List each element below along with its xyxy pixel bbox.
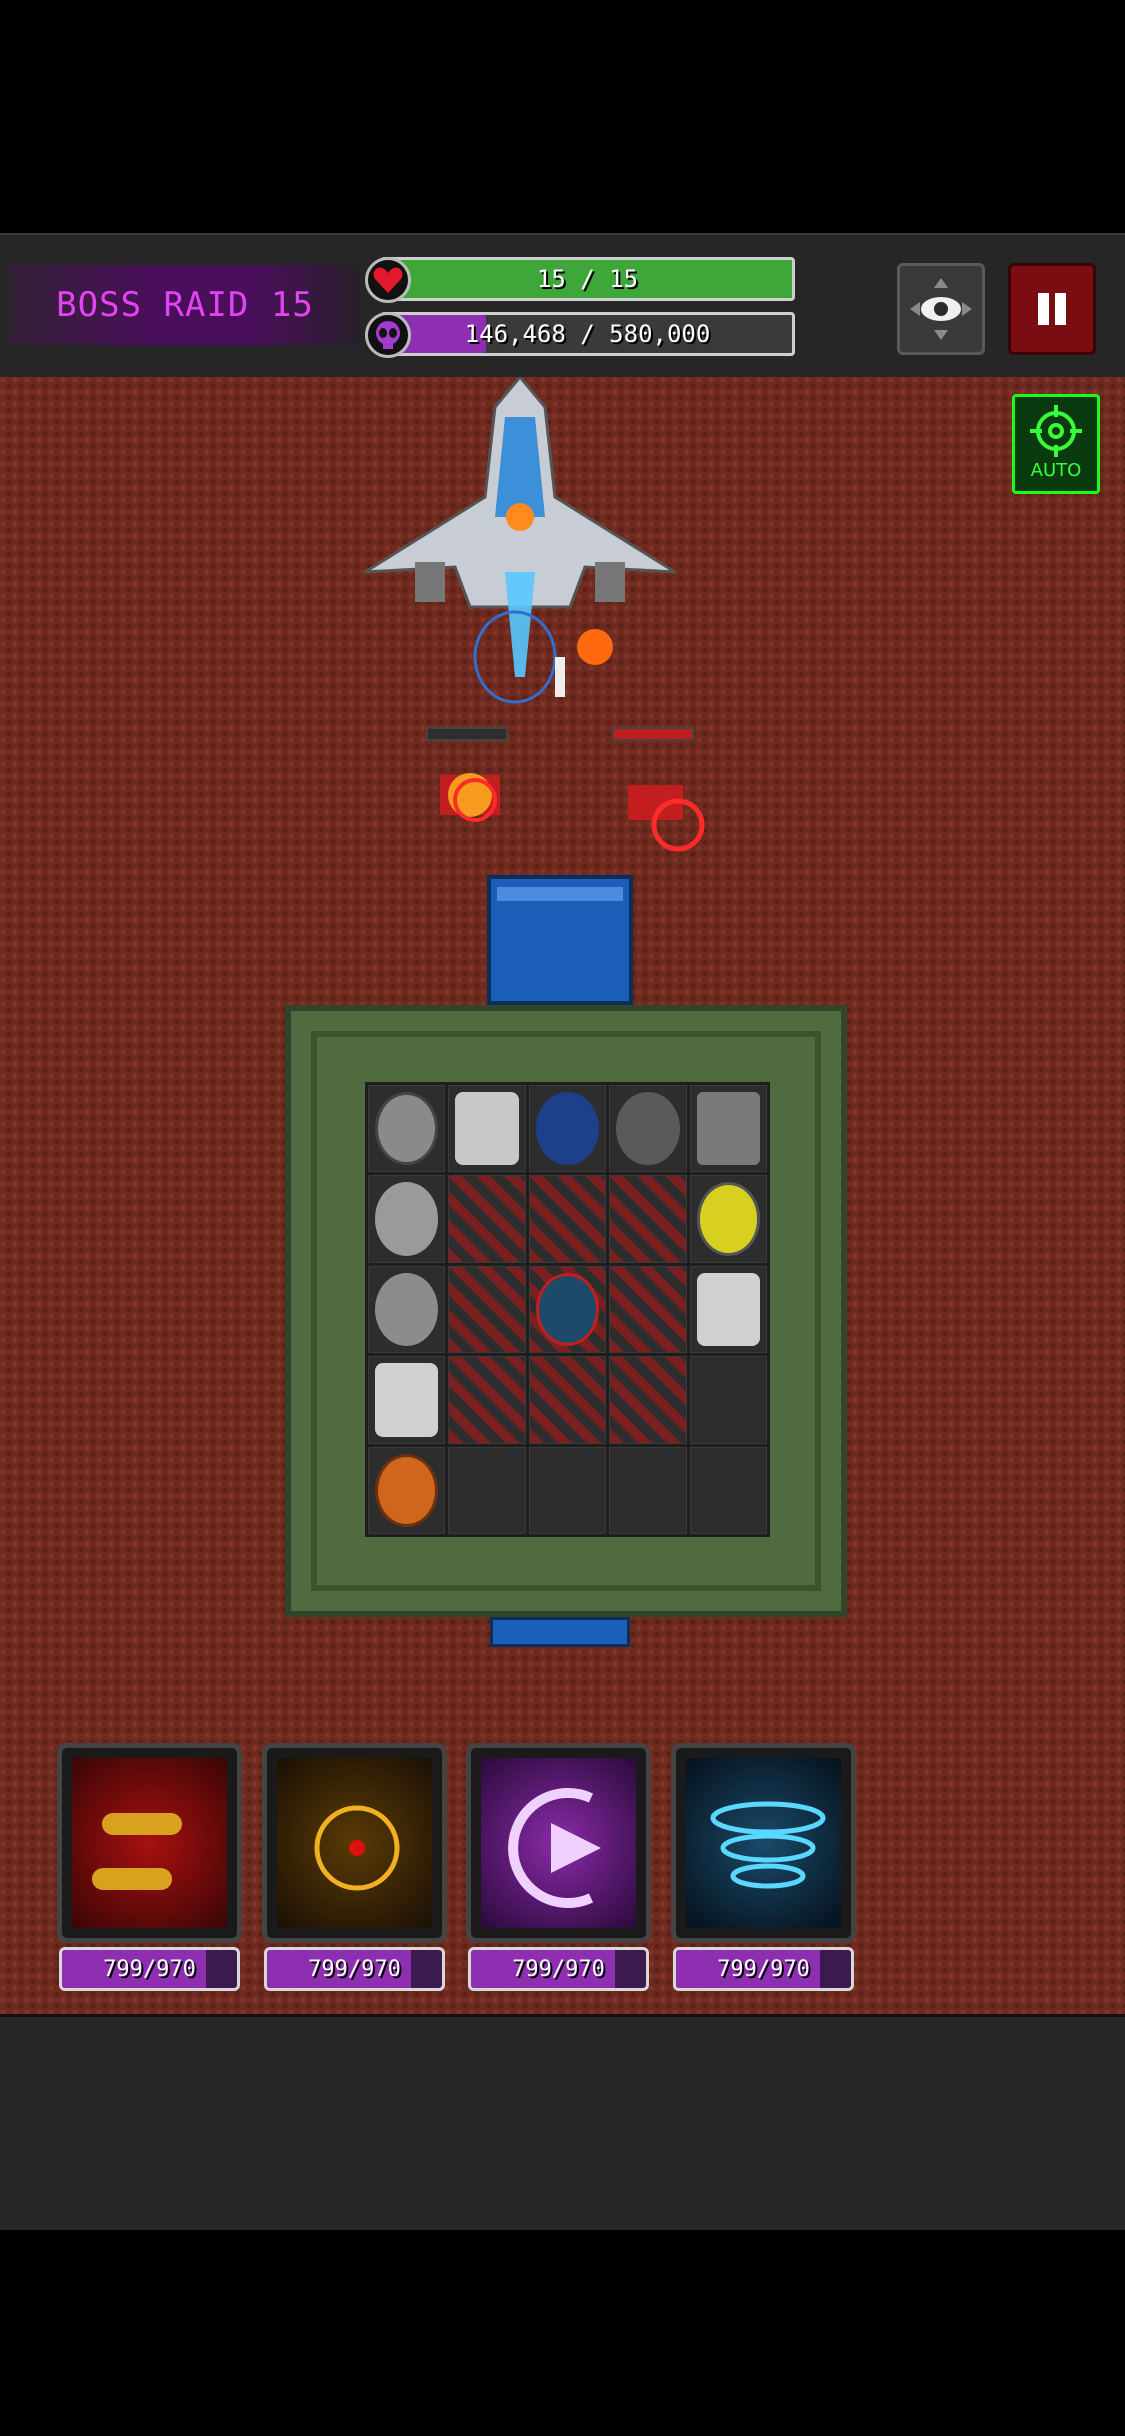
grid-cell[interactable] <box>448 1175 526 1263</box>
turret-grid <box>365 1082 770 1537</box>
enemy-drone <box>628 785 705 852</box>
bottom-panel <box>0 2014 1125 2233</box>
auto-target-button[interactable]: AUTO <box>1012 394 1100 494</box>
grid-cell[interactable] <box>448 1085 526 1173</box>
eye-icon <box>910 278 972 340</box>
main-cannon[interactable] <box>535 1272 600 1347</box>
alien-skull-icon <box>365 312 411 358</box>
view-button[interactable] <box>897 263 985 355</box>
skill-button-tornado[interactable] <box>671 1743 856 1943</box>
pause-button[interactable] <box>1008 263 1096 355</box>
grid-cell[interactable] <box>609 1446 687 1534</box>
grid-cell[interactable] <box>689 1175 767 1263</box>
grid-cell[interactable] <box>368 1175 446 1263</box>
navigation-bar-area <box>0 2230 1125 2436</box>
status-bar-area <box>0 0 1125 233</box>
grid-cell[interactable] <box>368 1085 446 1173</box>
skill-button-target[interactable] <box>262 1743 447 1943</box>
player-truck-cab <box>487 875 633 1005</box>
minion-hp-bar <box>612 727 694 741</box>
turret-unit[interactable] <box>696 1092 760 1166</box>
grid-cell[interactable] <box>528 1085 607 1173</box>
enemy-drone <box>440 773 500 822</box>
skill-button-bullet[interactable] <box>57 1743 242 1943</box>
minion-hp-bar <box>426 727 508 741</box>
grid-cell[interactable] <box>689 1265 767 1354</box>
turret-unit[interactable] <box>696 1182 760 1256</box>
pause-icon <box>1038 293 1066 325</box>
grid-cell[interactable] <box>609 1085 687 1173</box>
player-hp-bar: 15 / 15 <box>380 257 795 301</box>
grid-cell[interactable] <box>448 1446 526 1534</box>
skill-charge-text: 799/970 <box>103 1956 196 1982</box>
grid-cell[interactable] <box>609 1356 687 1444</box>
grid-cell[interactable] <box>448 1265 526 1354</box>
turret-unit[interactable] <box>616 1092 680 1166</box>
grid-cell[interactable] <box>368 1265 446 1354</box>
boss-spaceship <box>364 377 676 704</box>
truck-rear <box>490 1617 630 1647</box>
dash-icon <box>481 1758 636 1928</box>
turret-unit[interactable] <box>455 1092 519 1166</box>
grid-cell[interactable] <box>528 1265 607 1354</box>
raid-level-label: BOSS RAID 15 <box>10 265 360 345</box>
boss-hp-text: 146,468 / 580,000 <box>464 320 711 348</box>
skill-charge-bar: 799/970 <box>673 1947 854 1991</box>
grid-cell[interactable] <box>448 1356 526 1444</box>
skill-charge-bar: 799/970 <box>264 1947 445 1991</box>
boss-hp-bar: 146,468 / 580,000 <box>380 312 795 356</box>
game-hud: BOSS RAID 15 15 / 15 146,468 / 580,000 <box>0 233 1125 382</box>
player-hp-text: 15 / 15 <box>536 265 639 293</box>
grid-cell[interactable] <box>689 1446 767 1534</box>
turret-unit[interactable] <box>375 1092 439 1166</box>
skill-charge-bar: 799/970 <box>468 1947 649 1991</box>
skill-button-dash[interactable] <box>466 1743 651 1943</box>
skill-charge-text: 799/970 <box>512 1956 605 1982</box>
skill-charge-text: 799/970 <box>717 1956 810 1982</box>
grid-cell[interactable] <box>609 1175 687 1263</box>
auto-label: AUTO <box>1030 460 1082 481</box>
skill-charge-bar: 799/970 <box>59 1947 240 1991</box>
turret-unit[interactable] <box>375 1272 439 1347</box>
crosshair-icon <box>1030 405 1082 457</box>
target-icon <box>277 1758 432 1928</box>
bullet-icon <box>72 1758 227 1928</box>
grid-cell[interactable] <box>528 1175 607 1263</box>
turret-unit[interactable] <box>375 1453 439 1527</box>
grid-cell[interactable] <box>609 1265 687 1354</box>
turret-unit[interactable] <box>375 1363 439 1437</box>
turret-unit[interactable] <box>696 1272 760 1347</box>
tornado-icon <box>686 1758 841 1928</box>
grid-cell[interactable] <box>368 1356 446 1444</box>
turret-unit[interactable] <box>375 1182 439 1256</box>
grid-cell[interactable] <box>528 1356 607 1444</box>
skill-charge-text: 799/970 <box>308 1956 401 1982</box>
grid-cell[interactable] <box>689 1085 767 1173</box>
grid-cell[interactable] <box>368 1446 446 1534</box>
grid-cell[interactable] <box>528 1446 607 1534</box>
turret-unit[interactable] <box>535 1092 600 1166</box>
grid-cell[interactable] <box>689 1356 767 1444</box>
heart-icon <box>365 257 411 303</box>
